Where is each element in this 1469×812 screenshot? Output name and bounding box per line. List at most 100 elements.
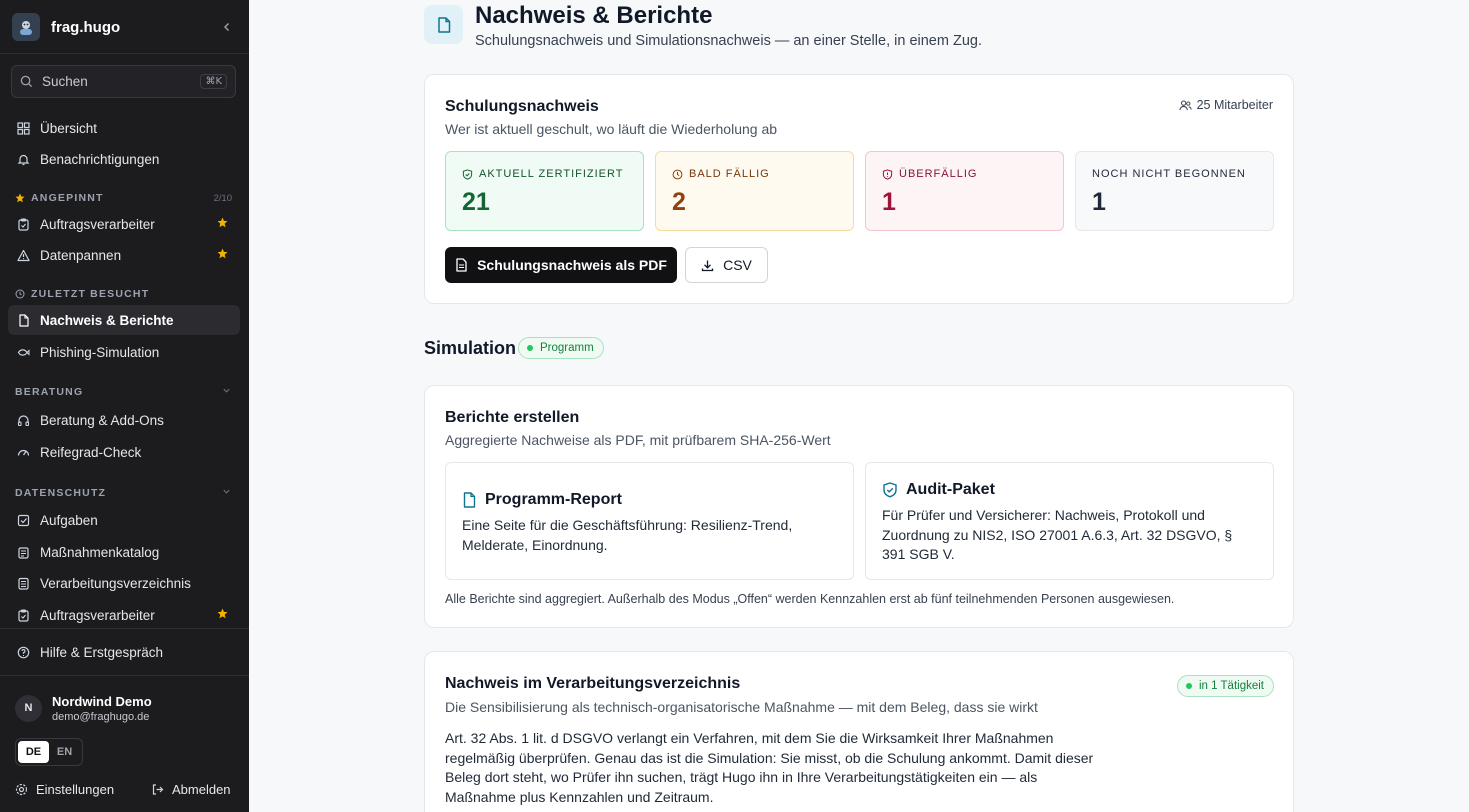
sidebar-item-nachweis-berichte[interactable]: Nachweis & Berichte (8, 305, 240, 335)
audit-package-card[interactable]: Audit-Paket Für Prüfer und Versicherer: … (865, 462, 1274, 580)
brand-logo (12, 13, 40, 41)
button-label: CSV (723, 257, 752, 273)
gauge-icon (16, 445, 30, 459)
logout-icon (152, 783, 164, 795)
sidebar-item-phishing-simulation[interactable]: Phishing-Simulation (8, 337, 240, 367)
sidebar-item-beratung-addons[interactable]: Beratung & Add-Ons (8, 405, 240, 435)
file-icon (16, 313, 30, 327)
star-icon[interactable] (217, 248, 228, 259)
shield-check-icon (462, 168, 473, 180)
sidebar-item-verarbeitungsverzeichnis[interactable]: Verarbeitungsverzeichnis (8, 568, 240, 598)
sidebar-item-label: Datenpannen (40, 247, 122, 263)
reports-card: Berichte erstellen Aggregierte Nachweise… (424, 385, 1294, 628)
sidebar-item-auftragsverarbeiter-pinned[interactable]: Auftragsverarbeiter (8, 209, 240, 239)
card-title: Berichte erstellen (445, 409, 580, 426)
chevron-down-icon (223, 489, 230, 494)
section-beratung[interactable]: BERATUNG (15, 386, 235, 398)
catalog-icon (16, 545, 30, 559)
badge-label: Programm (540, 342, 594, 354)
card-title: Nachweis im Verarbeitungsverzeichnis (445, 675, 741, 692)
lang-de-button[interactable]: DE (18, 741, 49, 763)
stat-value: 21 (462, 188, 490, 216)
stat-value: 1 (1092, 188, 1106, 216)
register-proof-card: Nachweis im Verarbeitungsverzeichnis Die… (424, 651, 1294, 812)
user-email: demo@fraghugo.de (52, 710, 150, 723)
search-input[interactable]: Suchen ⌘K (11, 65, 236, 98)
sidebar-item-datenpannen[interactable]: Datenpannen (8, 240, 240, 270)
program-report-card[interactable]: Programm-Report Eine Seite für die Gesch… (445, 462, 854, 580)
star-icon[interactable] (217, 217, 228, 228)
section-title: DATENSCHUTZ (15, 487, 107, 499)
file-icon (463, 492, 476, 508)
chevron-down-icon (223, 388, 230, 393)
sidebar-item-uebersicht[interactable]: Übersicht (8, 113, 240, 143)
settings-label: Einstellungen (36, 781, 115, 797)
status-dot (1186, 683, 1192, 689)
search-placeholder: Suchen (42, 74, 88, 89)
warning-icon (16, 248, 30, 262)
badge-label: in 1 Tätigkeit (1199, 680, 1264, 692)
card-subtitle: Wer ist aktuell geschult, wo läuft die W… (445, 121, 778, 137)
sidebar-item-label: Benachrichtigungen (40, 151, 160, 167)
section-pinned: ANGEPINNT 2/10 (15, 192, 235, 204)
help-icon (16, 645, 30, 659)
clipboard-icon (16, 217, 30, 231)
sidebar-item-hilfe[interactable]: Hilfe & Erstgespräch (8, 637, 240, 667)
card-subtitle: Die Sensibilisierung als technisch-organ… (445, 699, 1038, 715)
language-switch: DE EN (15, 738, 83, 766)
logout-button[interactable]: Abmelden (151, 779, 231, 799)
export-pdf-button[interactable]: Schulungsnachweis als PDF (445, 247, 677, 283)
bell-icon (16, 152, 30, 166)
stat-overdue: ÜBERFÄLLIG 1 (865, 151, 1064, 231)
page-subtitle: Schulungsnachweis und Simulationsnachwei… (475, 33, 982, 49)
status-dot (527, 345, 533, 351)
stat-value: 1 (882, 188, 896, 216)
sidebar-item-label: Auftragsverarbeiter (40, 607, 155, 623)
lang-en-button[interactable]: EN (49, 741, 80, 763)
stat-label: ÜBERFÄLLIG (899, 168, 978, 180)
sidebar-item-auftragsverarbeiter[interactable]: Auftragsverarbeiter (8, 600, 240, 630)
section-datenschutz[interactable]: DATENSCHUTZ (15, 487, 235, 499)
register-proof-text: Art. 32 Abs. 1 lit. d DSGVO verlangt ein… (445, 730, 1094, 805)
section-title-simulation: Simulation (424, 338, 517, 358)
divider (0, 628, 249, 629)
sidebar-item-aufgaben[interactable]: Aufgaben (8, 505, 240, 535)
reports-note: Alle Berichte sind aggregiert. Außerhalb… (445, 592, 1175, 606)
report-description: Für Prüfer und Versicherer: Nachweis, Pr… (882, 507, 1233, 562)
star-icon[interactable] (217, 608, 228, 619)
export-csv-button[interactable]: CSV (685, 247, 768, 283)
sidebar-item-label: Reifegrad-Check (40, 444, 142, 460)
shield-alert-icon (882, 168, 893, 180)
sidebar-item-benachrichtigungen[interactable]: Benachrichtigungen (8, 144, 240, 174)
brand[interactable]: frag.hugo (12, 12, 238, 42)
logout-label: Abmelden (172, 781, 231, 797)
users-icon (1178, 100, 1192, 110)
clipboard-icon (16, 608, 30, 622)
sidebar-item-reifegrad-check[interactable]: Reifegrad-Check (8, 437, 240, 467)
card-subtitle: Aggregierte Nachweise als PDF, mit prüfb… (445, 432, 831, 448)
stat-label: NOCH NICHT BEGONNEN (1092, 168, 1246, 180)
avatar: N (15, 694, 42, 722)
checklist-icon (16, 513, 30, 527)
user-profile[interactable]: N Nordwind Demo demo@fraghugo.de (15, 692, 235, 724)
employee-count-label: 25 Mitarbeiter (1196, 98, 1273, 112)
report-title: Programm-Report (485, 491, 622, 508)
headphones-icon (16, 413, 30, 427)
section-recent: ZULETZT BESUCHT (15, 288, 235, 300)
stat-label: AKTUELL ZERTIFIZIERT (479, 168, 624, 180)
search-icon (20, 75, 33, 88)
pinned-count: 2/10 (213, 192, 233, 204)
shield-check-icon (883, 482, 897, 498)
grid-icon (16, 121, 30, 135)
section-title: ANGEPINNT (31, 192, 104, 204)
user-name: Nordwind Demo (52, 693, 152, 709)
sidebar-item-label: Hilfe & Erstgespräch (40, 644, 164, 660)
collapse-sidebar-button[interactable] (218, 18, 236, 36)
employee-count: 25 Mitarbeiter (1178, 98, 1273, 112)
sidebar-item-massnahmenkatalog[interactable]: Maßnahmenkatalog (8, 537, 240, 567)
settings-button[interactable]: Einstellungen (15, 779, 114, 799)
gear-icon (15, 783, 28, 795)
section-title: ZULETZT BESUCHT (31, 288, 150, 300)
sidebar-item-label: Auftragsverarbeiter (40, 216, 155, 232)
sidebar-item-label: Aufgaben (40, 512, 98, 528)
